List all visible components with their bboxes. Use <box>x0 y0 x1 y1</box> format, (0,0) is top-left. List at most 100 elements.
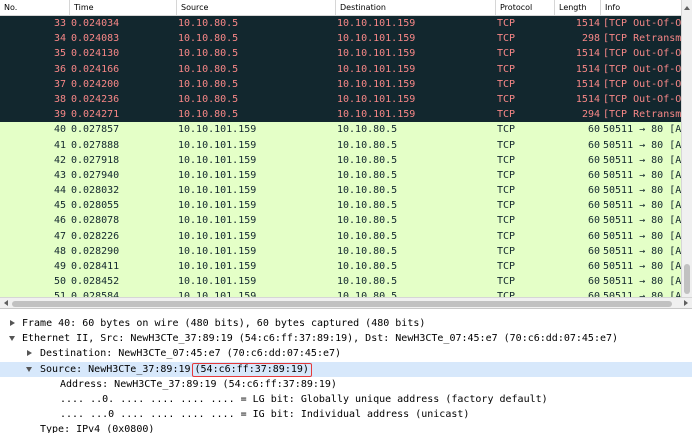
cell-len: 60 <box>587 169 600 181</box>
cell-time: 0.027918 <box>71 154 120 166</box>
vertical-scrollbar[interactable] <box>681 16 692 297</box>
detail-row-type[interactable]: Type: IPv4 (0x0800) <box>0 422 692 433</box>
scroll-left-arrow-icon[interactable] <box>4 300 8 306</box>
table-row[interactable]: 33 0.024034 10.10.80.5 10.10.101.159 TCP 1514… <box>0 16 681 32</box>
table-row[interactable]: 35 0.024130 10.10.80.5 10.10.101.159 TCP 1514… <box>0 46 681 62</box>
cell-no: 36 <box>53 63 66 75</box>
cell-dst: 10.10.80.5 <box>337 154 398 166</box>
table-row[interactable]: 43 0.027940 10.10.101.159 10.10.80.5 TCP 60 50… <box>0 167 681 184</box>
table-row[interactable]: 34 0.024083 10.10.80.5 10.10.101.159 TCP 298[… <box>0 31 681 47</box>
detail-row-ig-bit[interactable]: .... ...0 .... .... .... .... = IG bit: … <box>0 407 692 422</box>
column-header-info[interactable]: Info <box>601 0 681 16</box>
cell-src: 10.10.80.5 <box>178 18 239 29</box>
collapse-arrow-icon[interactable] <box>26 367 32 372</box>
cell-info: [TCP Out-Of-Order] <box>603 18 681 29</box>
table-row[interactable]: 38 0.024236 10.10.80.5 10.10.101.159 TCP 1514… <box>0 91 681 108</box>
cell-src: 10.10.80.5 <box>178 78 239 90</box>
cell-proto: TCP <box>497 261 516 272</box>
packet-list: No. Time Source Destination Protocol Len… <box>0 0 692 297</box>
cell-dst: 10.10.80.5 <box>337 215 398 227</box>
detail-row-source[interactable]: Source: NewH3CTe_37:89:19 (54:c6:ff:37:89… <box>0 362 692 377</box>
column-header-destination[interactable]: Destination <box>336 0 496 16</box>
table-row[interactable]: 51 0.028584 10.10.101.159 10.10.80.5 TCP 60 50… <box>0 289 681 297</box>
table-row[interactable]: 37 0.024200 10.10.80.5 10.10.101.159 TCP 1514… <box>0 76 681 92</box>
table-row[interactable]: 39 0.024271 10.10.80.5 10.10.101.159 TCP 294[… <box>0 107 681 123</box>
cell-time: 0.028055 <box>71 200 120 212</box>
detail-source-label: Source: NewH3CTe_37:89:19 <box>40 364 191 375</box>
cell-dst: 10.10.101.159 <box>337 18 416 29</box>
cell-dst: 10.10.80.5 <box>337 230 398 242</box>
expand-arrow-icon[interactable] <box>27 350 32 356</box>
column-header-time[interactable]: Time <box>70 0 177 16</box>
cell-proto: TCP <box>497 276 516 288</box>
cell-no: 33 <box>53 18 66 29</box>
cell-time: 0.028411 <box>71 261 120 272</box>
cell-len: 60 <box>587 185 600 197</box>
cell-time: 0.028290 <box>71 245 120 257</box>
vertical-scroll-thumb[interactable] <box>684 264 690 294</box>
expand-arrow-icon[interactable] <box>10 320 15 326</box>
cell-no: 41 <box>53 139 66 151</box>
table-row[interactable]: 44 0.028032 10.10.101.159 10.10.80.5 TCP 60 50… <box>0 183 681 199</box>
table-row[interactable]: 42 0.027918 10.10.101.159 10.10.80.5 TCP 60 50… <box>0 152 681 168</box>
cell-info: 50511 → 80 [ACK] <box>603 230 681 242</box>
cell-dst: 10.10.101.159 <box>337 48 416 60</box>
cell-info: 50511 → 80 [ACK] <box>603 276 681 288</box>
detail-row-lg-bit[interactable]: .... ..0. .... .... .... .... = LG bit: … <box>0 392 692 407</box>
cell-time: 0.024200 <box>71 78 120 90</box>
cell-time: 0.024166 <box>71 63 120 75</box>
cell-src: 10.10.101.159 <box>178 169 257 181</box>
detail-row-ethernet[interactable]: Ethernet II, Src: NewH3CTe_37:89:19 (54:… <box>0 331 692 346</box>
detail-row-address[interactable]: Address: NewH3CTe_37:89:19 (54:c6:ff:37:… <box>0 377 692 392</box>
packet-details-pane: Frame 40: 60 bytes on wire (480 bits), 6… <box>0 314 692 433</box>
scroll-up-arrow-icon[interactable] <box>681 0 692 16</box>
table-row[interactable]: 36 0.024166 10.10.80.5 10.10.101.159 TCP 1514… <box>0 61 681 77</box>
cell-no: 37 <box>53 78 66 90</box>
column-header-protocol[interactable]: Protocol <box>496 0 555 16</box>
cell-info: [TCP Out-Of-Order] <box>603 93 681 105</box>
cell-src: 10.10.80.5 <box>178 48 239 60</box>
cell-time: 0.027940 <box>71 169 120 181</box>
table-row[interactable]: 47 0.028226 10.10.101.159 10.10.80.5 TCP 60 50… <box>0 228 681 244</box>
cell-src: 10.10.101.159 <box>178 291 257 297</box>
cell-src: 10.10.80.5 <box>178 109 239 121</box>
cell-no: 34 <box>53 33 66 45</box>
column-header-length[interactable]: Length <box>555 0 601 16</box>
cell-no: 49 <box>53 261 66 272</box>
cell-time: 0.028584 <box>71 291 120 297</box>
scroll-right-arrow-icon[interactable] <box>684 300 688 306</box>
cell-src: 10.10.101.159 <box>178 139 257 151</box>
horizontal-scrollbar[interactable] <box>0 297 692 309</box>
detail-row-destination[interactable]: Destination: NewH3CTe_07:45:e7 (70:c6:dd… <box>0 346 692 361</box>
detail-frame-text: Frame 40: 60 bytes on wire (480 bits), 6… <box>22 318 426 329</box>
table-row[interactable]: 48 0.028290 10.10.101.159 10.10.80.5 TCP 60 50… <box>0 243 681 259</box>
cell-len: 60 <box>587 261 600 272</box>
cell-len: 1514 <box>575 63 600 75</box>
cell-proto: TCP <box>497 230 516 242</box>
cell-len: 1514 <box>575 18 600 29</box>
cell-time: 0.024236 <box>71 93 120 105</box>
cell-no: 38 <box>53 93 66 105</box>
table-row[interactable]: 40 0.027857 10.10.101.159 10.10.80.5 TCP 60 50… <box>0 122 681 138</box>
detail-row-frame[interactable]: Frame 40: 60 bytes on wire (480 bits), 6… <box>0 316 692 331</box>
collapse-arrow-icon[interactable] <box>9 336 15 341</box>
cell-dst: 10.10.80.5 <box>337 169 398 181</box>
horizontal-scroll-thumb[interactable] <box>12 301 672 307</box>
cell-proto: TCP <box>497 215 516 227</box>
cell-no: 43 <box>53 169 66 181</box>
cell-time: 0.024083 <box>71 33 120 45</box>
table-row[interactable]: 50 0.028452 10.10.101.159 10.10.80.5 TCP 60 50… <box>0 274 681 290</box>
table-row[interactable]: 45 0.028055 10.10.101.159 10.10.80.5 TCP 60 50… <box>0 198 681 214</box>
table-row[interactable]: 46 0.028078 10.10.101.159 10.10.80.5 TCP 60 50… <box>0 213 681 229</box>
column-header-no[interactable]: No. <box>0 0 70 16</box>
table-row[interactable]: 49 0.028411 10.10.101.159 10.10.80.5 TCP 60 50… <box>0 259 681 275</box>
cell-time: 0.024034 <box>71 18 120 29</box>
cell-dst: 10.10.101.159 <box>337 63 416 75</box>
cell-dst: 10.10.80.5 <box>337 139 398 151</box>
cell-no: 44 <box>53 185 66 197</box>
cell-time: 0.024130 <box>71 48 120 60</box>
cell-dst: 10.10.101.159 <box>337 109 416 121</box>
cell-time: 0.027857 <box>71 124 120 136</box>
column-header-source[interactable]: Source <box>177 0 336 16</box>
table-row[interactable]: 41 0.027888 10.10.101.159 10.10.80.5 TCP 60 50… <box>0 137 681 153</box>
